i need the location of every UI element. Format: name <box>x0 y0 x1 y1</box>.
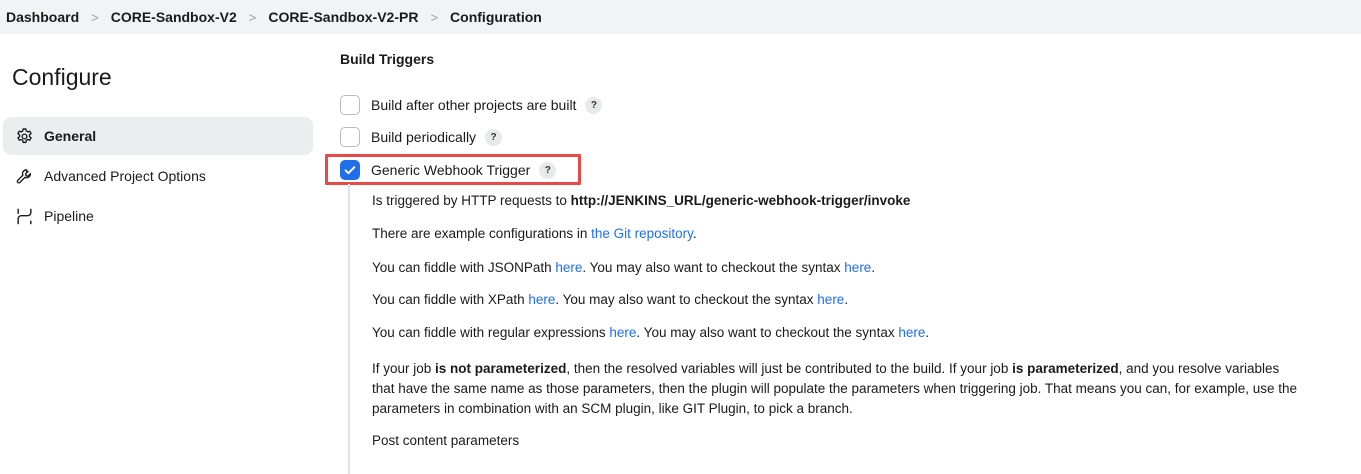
post-content-parameters-heading: Post content parameters <box>372 433 520 448</box>
sidebar-item-pipeline[interactable]: Pipeline <box>3 197 313 235</box>
breadcrumb: Dashboard > CORE-Sandbox-V2 > CORE-Sandb… <box>0 0 1361 34</box>
trigger-build-periodically[interactable]: Build periodically ? <box>340 125 503 149</box>
breadcrumb-configuration[interactable]: Configuration <box>450 9 542 25</box>
jsonpath-fiddle-link[interactable]: here <box>555 260 582 275</box>
breadcrumb-dashboard[interactable]: Dashboard <box>6 9 79 25</box>
regex-text: You can fiddle with regular expressions … <box>372 325 930 340</box>
regex-syntax-link[interactable]: here <box>898 325 925 340</box>
help-icon[interactable]: ? <box>485 128 503 146</box>
section-title: Build Triggers <box>340 51 435 67</box>
example-configurations-text: There are example configurations in the … <box>372 226 697 241</box>
page-title: Configure <box>12 64 112 90</box>
parameterized-text: If your job is not parameterized, then t… <box>372 361 1298 416</box>
pipeline-icon <box>14 206 34 226</box>
build-after-other-projects-checkbox[interactable] <box>340 95 360 115</box>
xpath-syntax-link[interactable]: here <box>817 292 844 307</box>
trigger-build-after-other-projects[interactable]: Build after other projects are built ? <box>340 93 603 117</box>
invoke-url: http://JENKINS_URL/generic-webhook-trigg… <box>570 193 911 208</box>
breadcrumb-separator: > <box>91 9 99 25</box>
sidebar-item-advanced-project-options[interactable]: Advanced Project Options <box>3 157 313 195</box>
build-periodically-checkbox[interactable] <box>340 127 360 147</box>
help-icon[interactable]: ? <box>585 96 603 114</box>
breadcrumb-separator: > <box>248 9 257 25</box>
xpath-text: You can fiddle with XPath here. You may … <box>372 292 849 307</box>
sidebar-item-label: General <box>44 128 97 144</box>
regex-fiddle-link[interactable]: here <box>609 325 636 340</box>
breadcrumb-core-sandbox-v2-pr[interactable]: CORE-Sandbox-V2-PR <box>268 9 418 25</box>
breadcrumb-separator: > <box>430 9 439 25</box>
checkmark-icon <box>344 166 356 175</box>
generic-webhook-trigger-checkbox[interactable] <box>340 160 360 180</box>
git-repository-link[interactable]: the Git repository <box>591 226 693 241</box>
xpath-fiddle-link[interactable]: here <box>528 292 555 307</box>
webhook-details: Is triggered by HTTP requests to http://… <box>348 184 1310 474</box>
trigger-label: Build periodically <box>371 129 477 145</box>
trigger-label: Build after other projects are built <box>371 97 577 113</box>
jsonpath-syntax-link[interactable]: here <box>844 260 871 275</box>
sidebar-item-general[interactable]: General <box>3 117 313 155</box>
wrench-icon <box>14 166 34 186</box>
sidebar-item-label: Pipeline <box>44 208 94 224</box>
trigger-generic-webhook[interactable]: Generic Webhook Trigger ? <box>340 158 557 182</box>
jsonpath-text: You can fiddle with JSONPath here. You m… <box>372 260 876 275</box>
gear-icon <box>14 126 34 146</box>
trigger-label: Generic Webhook Trigger <box>371 162 531 178</box>
invoke-url-text: Is triggered by HTTP requests to http://… <box>372 193 911 208</box>
help-icon[interactable]: ? <box>539 161 557 179</box>
breadcrumb-core-sandbox-v2[interactable]: CORE-Sandbox-V2 <box>111 9 237 25</box>
sidebar-item-label: Advanced Project Options <box>44 168 206 184</box>
